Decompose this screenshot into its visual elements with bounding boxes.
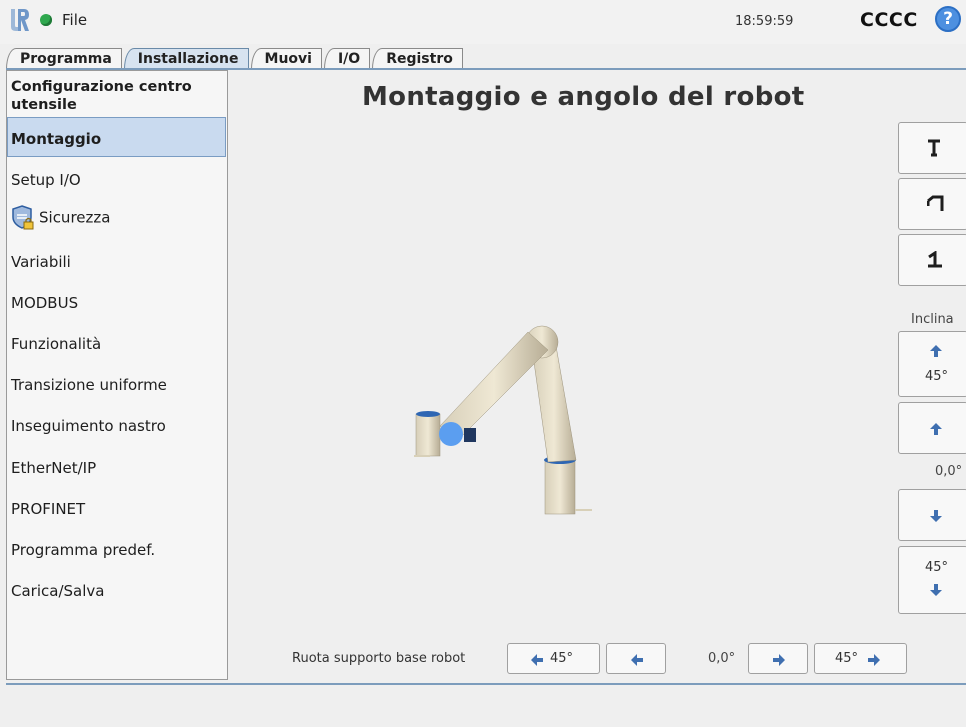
ur-logo-icon	[11, 9, 29, 31]
arrow-down-icon	[930, 510, 942, 522]
sidebar-item-transizione-uniforme[interactable]: Transizione uniforme	[11, 376, 167, 394]
tilt-down-button[interactable]	[898, 489, 966, 541]
rotate-left-45-button[interactable]: 45°	[507, 643, 600, 674]
robot-front-view-icon	[928, 139, 940, 157]
view-side-button[interactable]	[898, 178, 966, 230]
sidebar-item-inseguimento-nastro[interactable]: Inseguimento nastro	[11, 417, 166, 435]
rotate-base-label: Ruota supporto base robot	[292, 651, 466, 666]
tilt-up-button[interactable]	[898, 402, 966, 454]
rotate-right-45-button[interactable]: 45°	[814, 643, 907, 674]
arrow-right-icon	[868, 654, 880, 666]
tab-muovi[interactable]: Muovi	[250, 48, 322, 69]
sidebar-item-funzionalita[interactable]: Funzionalità	[11, 335, 101, 353]
page-title: Montaggio e angolo del robot	[362, 82, 805, 112]
rotate-left-45-label: 45°	[550, 651, 574, 666]
tab-programma[interactable]: Programma	[6, 48, 122, 69]
sidebar-item-programma-predefinito[interactable]: Programma predef.	[11, 541, 155, 559]
arrow-right-icon	[773, 654, 785, 666]
footer-divider	[6, 683, 966, 685]
tilt-down-45-label: 45°	[925, 560, 949, 575]
robot-side-view-icon	[927, 195, 944, 211]
arrow-up-icon	[930, 345, 942, 357]
tab-installazione[interactable]: Installazione	[123, 48, 249, 69]
tab-registro[interactable]: Registro	[372, 48, 463, 69]
sidebar-item-setup-io[interactable]: Setup I/O	[11, 171, 81, 189]
top-bar: File 18:59:59 CCCC ?	[0, 0, 966, 44]
rotate-right-button[interactable]	[748, 643, 808, 674]
tilt-up-45-button[interactable]: 45°	[898, 331, 966, 397]
arrow-up-icon	[930, 423, 942, 435]
arrow-left-icon	[531, 654, 543, 666]
tilt-value: 0,0°	[935, 464, 963, 479]
clock: 18:59:59	[735, 14, 794, 29]
main-tabs: Programma Installazione Muovi I/O Regist…	[6, 48, 465, 69]
file-menu[interactable]: File	[62, 11, 87, 29]
tab-io[interactable]: I/O	[323, 48, 371, 69]
rotate-value: 0,0°	[708, 651, 736, 666]
safety-shield-icon	[12, 205, 34, 230]
sidebar-item-sicurezza-label: Sicurezza	[39, 208, 111, 227]
robot-3d-view[interactable]	[400, 310, 620, 530]
tilt-down-45-button[interactable]: 45°	[898, 546, 966, 614]
sidebar-item-ethernet-ip[interactable]: EtherNet/IP	[11, 459, 96, 477]
sidebar-item-modbus[interactable]: MODBUS	[11, 294, 78, 312]
sidebar-item-montaggio[interactable]: Montaggio	[11, 130, 101, 148]
robot-status-indicator[interactable]	[40, 14, 52, 26]
arrow-down-icon	[930, 584, 942, 596]
view-front-button[interactable]	[898, 122, 966, 174]
sidebar-item-configurazione-tcp[interactable]: Configurazione centro utensile	[11, 78, 221, 114]
tilt-up-45-label: 45°	[925, 369, 949, 384]
tilt-label: Inclina	[911, 312, 954, 327]
sidebar-item-sicurezza[interactable]: Sicurezza	[11, 205, 110, 231]
robot-name: CCCC	[860, 9, 918, 31]
rotate-left-button[interactable]	[606, 643, 666, 674]
rotate-right-45-label: 45°	[835, 651, 859, 666]
arrow-left-icon	[631, 654, 643, 666]
installation-sidebar: Configurazione centro utensile Montaggio…	[6, 70, 228, 680]
sidebar-item-carica-salva[interactable]: Carica/Salva	[11, 582, 104, 600]
robot-top-view-icon	[928, 251, 942, 268]
view-top-button[interactable]	[898, 234, 966, 286]
help-button[interactable]: ?	[935, 6, 961, 32]
sidebar-item-variabili[interactable]: Variabili	[11, 253, 71, 271]
sidebar-item-profinet[interactable]: PROFINET	[11, 500, 85, 518]
